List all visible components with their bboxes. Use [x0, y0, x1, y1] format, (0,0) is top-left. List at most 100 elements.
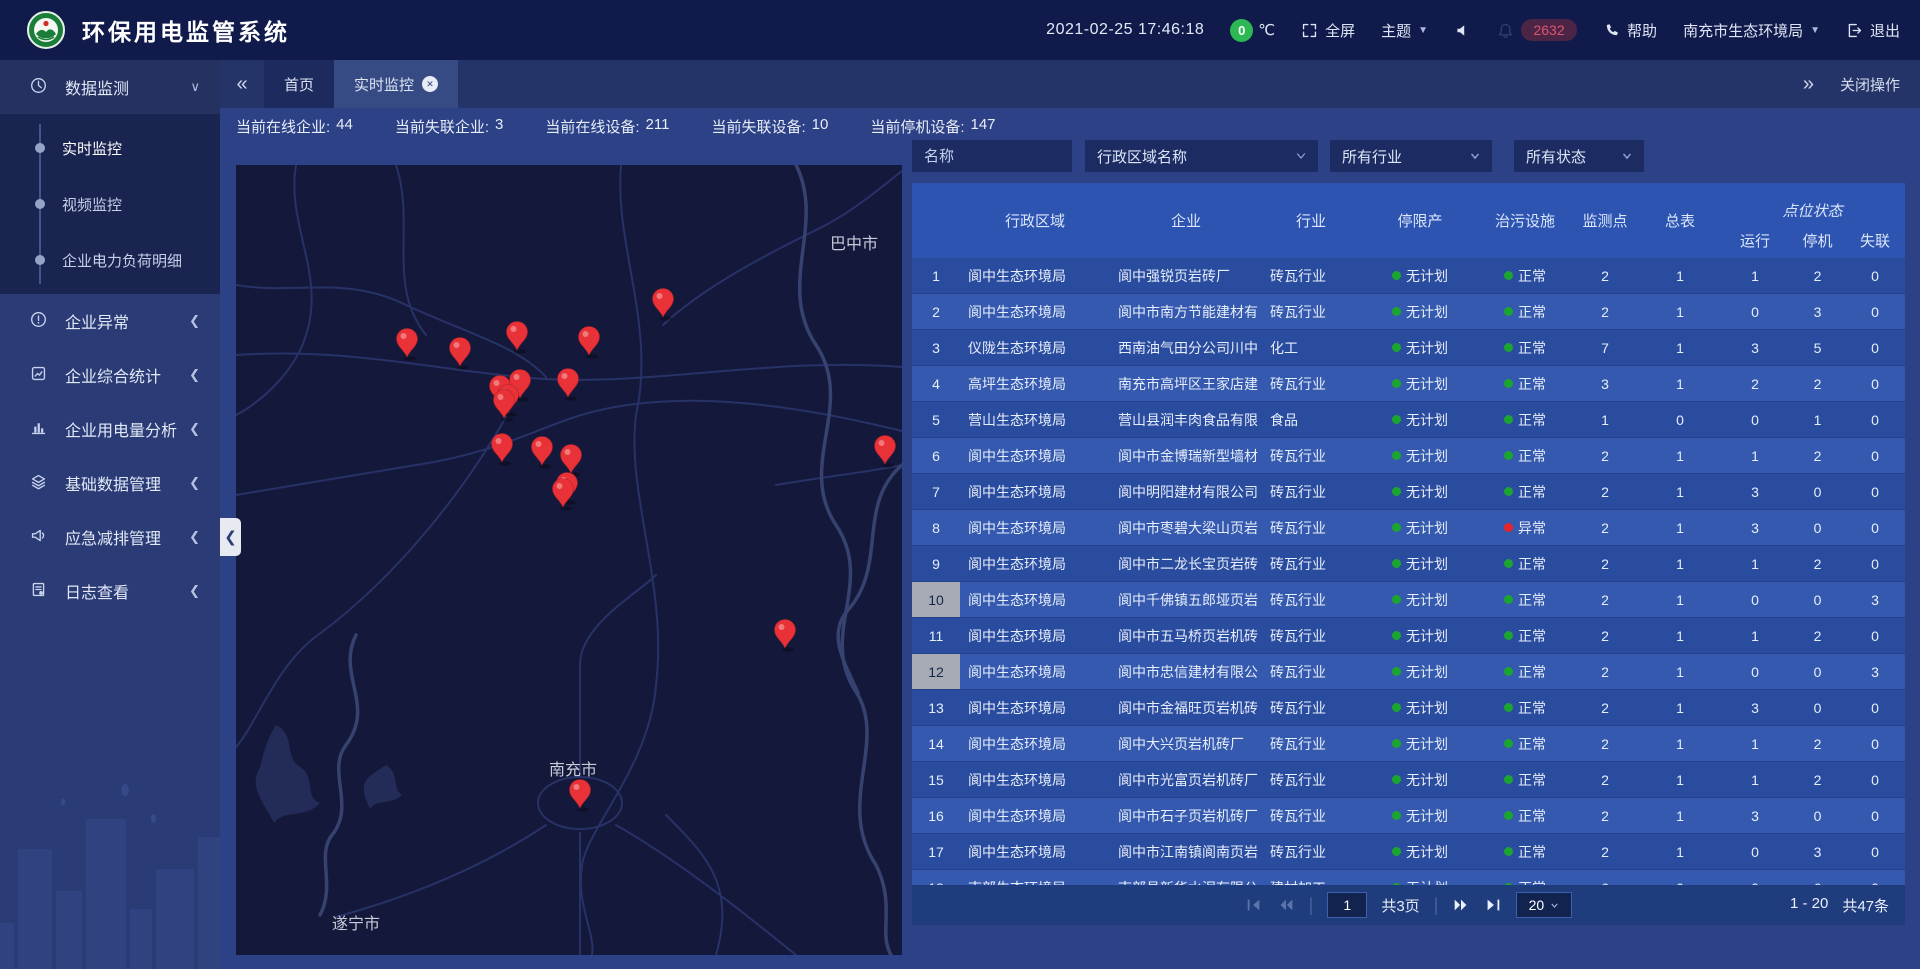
table-row[interactable]: 9阆中生态环境局阆中市二龙长宝页岩砖砖瓦行业无计划正常21120: [912, 546, 1905, 582]
logout-label: 退出: [1870, 20, 1900, 41]
cell-index[interactable]: 13: [912, 690, 960, 725]
table-row[interactable]: 13阆中生态环境局阆中市金福旺页岩机砖砖瓦行业无计划正常21300: [912, 690, 1905, 726]
cell-index[interactable]: 3: [912, 330, 960, 365]
status-dot-icon: [1504, 415, 1513, 424]
org-label: 南充市生态环境局: [1683, 20, 1803, 41]
tab-realtime-monitor[interactable]: 实时监控 ✕: [334, 60, 458, 108]
fullscreen-button[interactable]: 全屏: [1301, 20, 1355, 41]
cell-industry: 砖瓦行业: [1262, 546, 1360, 581]
table-row[interactable]: 5营山生态环境局营山县润丰肉食品有限食品无计划正常10010: [912, 402, 1905, 438]
cell-index[interactable]: 17: [912, 834, 960, 869]
table-row[interactable]: 10阆中生态环境局阆中千佛镇五郎垭页岩砖瓦行业无计划正常21003: [912, 582, 1905, 618]
tab-close-icon[interactable]: ✕: [422, 76, 438, 92]
page-size-select[interactable]: 20: [1516, 892, 1572, 918]
cell-stop-limit: 无计划: [1360, 366, 1480, 401]
table-row[interactable]: 6阆中生态环境局阆中市金博瑞新型墙材砖瓦行业无计划正常21120: [912, 438, 1905, 474]
status-dot-icon: [1504, 739, 1513, 748]
prev-page-icon[interactable]: [1277, 896, 1295, 914]
sidebar-subitem-label: 实时监控: [62, 138, 122, 159]
tab-bar: « 首页 实时监控 ✕ » 关闭操作: [220, 60, 1920, 108]
help-label: 帮助: [1627, 20, 1657, 41]
tabs-scroll-right-icon[interactable]: »: [1803, 73, 1814, 96]
region-filter-select[interactable]: 行政区域名称: [1085, 140, 1318, 172]
theme-button[interactable]: 主题▼: [1381, 20, 1428, 41]
last-page-icon[interactable]: [1484, 896, 1502, 914]
table-row[interactable]: 1阆中生态环境局阆中强锐页岩砖厂砖瓦行业无计划正常21120: [912, 258, 1905, 294]
cell-index[interactable]: 11: [912, 618, 960, 653]
map-canvas[interactable]: 巴中市南充市遂宁市: [236, 165, 902, 955]
map-city-label: 巴中市: [830, 235, 878, 253]
sidebar-item-0[interactable]: 数据监测∨: [0, 60, 220, 114]
close-operations-button[interactable]: 关闭操作: [1840, 74, 1900, 95]
cell-index[interactable]: 16: [912, 798, 960, 833]
next-page-icon[interactable]: [1452, 896, 1470, 914]
cell-running: 1: [1720, 438, 1790, 473]
table-row[interactable]: 7阆中生态环境局阆中明阳建材有限公司砖瓦行业无计划正常21300: [912, 474, 1905, 510]
sidebar-collapse-handle[interactable]: ❮: [220, 518, 241, 556]
industry-filter-select[interactable]: 所有行业: [1330, 140, 1492, 172]
cell-monitor-points: 2: [1570, 438, 1640, 473]
cell-index[interactable]: 1: [912, 258, 960, 293]
tab-home[interactable]: 首页: [264, 60, 334, 108]
table-row[interactable]: 4高坪生态环境局南充市高坪区王家店建砖瓦行业无计划正常31220: [912, 366, 1905, 402]
sidebar: 数据监测∨实时监控视频监控企业电力负荷明细企业异常❮企业综合统计❮企业用电量分析…: [0, 60, 220, 969]
cell-index[interactable]: 8: [912, 510, 960, 545]
col-header-point-status: 点位状态: [1720, 183, 1905, 223]
cell-index[interactable]: 14: [912, 726, 960, 761]
cell-index[interactable]: 10: [912, 582, 960, 617]
table-row[interactable]: 12阆中生态环境局阆中市忠信建材有限公砖瓦行业无计划正常21003: [912, 654, 1905, 690]
cell-stop-limit: 无计划: [1360, 618, 1480, 653]
sidebar-item-5[interactable]: 应急减排管理❮: [0, 510, 220, 564]
cell-index[interactable]: 18: [912, 870, 960, 885]
sidebar-item-3[interactable]: 企业用电量分析❮: [0, 402, 220, 456]
cell-index[interactable]: 12: [912, 654, 960, 689]
chevron-left-icon: ❮: [189, 313, 200, 329]
cell-index[interactable]: 9: [912, 546, 960, 581]
table-row[interactable]: 14阆中生态环境局阆中大兴页岩机砖厂砖瓦行业无计划正常21120: [912, 726, 1905, 762]
table-row[interactable]: 15阆中生态环境局阆中市光富页岩机砖厂砖瓦行业无计划正常21120: [912, 762, 1905, 798]
cell-index[interactable]: 6: [912, 438, 960, 473]
table-row[interactable]: 8阆中生态环境局阆中市枣碧大梁山页岩砖瓦行业无计划异常21300: [912, 510, 1905, 546]
table-row[interactable]: 18南部生态环境局南部县新华水泥有限公建材加工无计划正常60060: [912, 870, 1905, 885]
notifications-button[interactable]: 2632: [1497, 19, 1577, 41]
table-row[interactable]: 17阆中生态环境局阆中市江南镇阆南页岩砖瓦行业无计划正常21030: [912, 834, 1905, 870]
sidebar-subitem-2[interactable]: 企业电力负荷明细: [0, 232, 220, 288]
org-button[interactable]: 南充市生态环境局▼: [1683, 20, 1820, 41]
tabs-scroll-left-icon[interactable]: «: [220, 60, 264, 108]
cell-pollution-facility: 正常: [1480, 798, 1570, 833]
sidebar-item-4[interactable]: 基础数据管理❮: [0, 456, 220, 510]
sidebar-subitem-0[interactable]: 实时监控: [0, 120, 220, 176]
sidebar-item-2[interactable]: 企业综合统计❮: [0, 348, 220, 402]
status-dot-icon: [1392, 307, 1401, 316]
sidebar-item-6[interactable]: 日志查看❮: [0, 564, 220, 618]
table-row[interactable]: 2阆中生态环境局阆中市南方节能建材有砖瓦行业无计划正常21030: [912, 294, 1905, 330]
cell-company: 阆中市忠信建材有限公: [1110, 654, 1262, 689]
sound-button[interactable]: [1454, 22, 1471, 39]
cell-stop-limit: 无计划: [1360, 474, 1480, 509]
status-dot-icon: [1392, 775, 1401, 784]
cell-index[interactable]: 5: [912, 402, 960, 437]
table-row[interactable]: 3仪陇生态环境局西南油气田分公司川中化工无计划正常71350: [912, 330, 1905, 366]
sidebar-item-1[interactable]: 企业异常❮: [0, 294, 220, 348]
status-filter-select[interactable]: 所有状态: [1514, 140, 1644, 172]
help-button[interactable]: 帮助: [1603, 20, 1657, 41]
page-number-input[interactable]: [1327, 892, 1367, 918]
cell-running: 3: [1720, 330, 1790, 365]
status-dot-icon: [1504, 847, 1513, 856]
logout-button[interactable]: 退出: [1846, 20, 1900, 41]
table-row[interactable]: 16阆中生态环境局阆中市石子页岩机砖厂砖瓦行业无计划正常21300: [912, 798, 1905, 834]
cell-index[interactable]: 15: [912, 762, 960, 797]
sidebar-item-label: 企业用电量分析: [65, 417, 177, 441]
cell-index[interactable]: 2: [912, 294, 960, 329]
status-dot-icon: [1504, 271, 1513, 280]
cell-stopped: 2: [1790, 366, 1845, 401]
chevron-left-icon: ❮: [189, 475, 200, 491]
table-row[interactable]: 11阆中生态环境局阆中市五马桥页岩机砖砖瓦行业无计划正常21120: [912, 618, 1905, 654]
name-filter-input[interactable]: [912, 140, 1072, 172]
first-page-icon[interactable]: [1245, 896, 1263, 914]
cell-pollution-facility: 正常: [1480, 438, 1570, 473]
sidebar-subitem-1[interactable]: 视频监控: [0, 176, 220, 232]
cell-index[interactable]: 7: [912, 474, 960, 509]
cell-index[interactable]: 4: [912, 366, 960, 401]
cell-stopped: 1: [1790, 402, 1845, 437]
